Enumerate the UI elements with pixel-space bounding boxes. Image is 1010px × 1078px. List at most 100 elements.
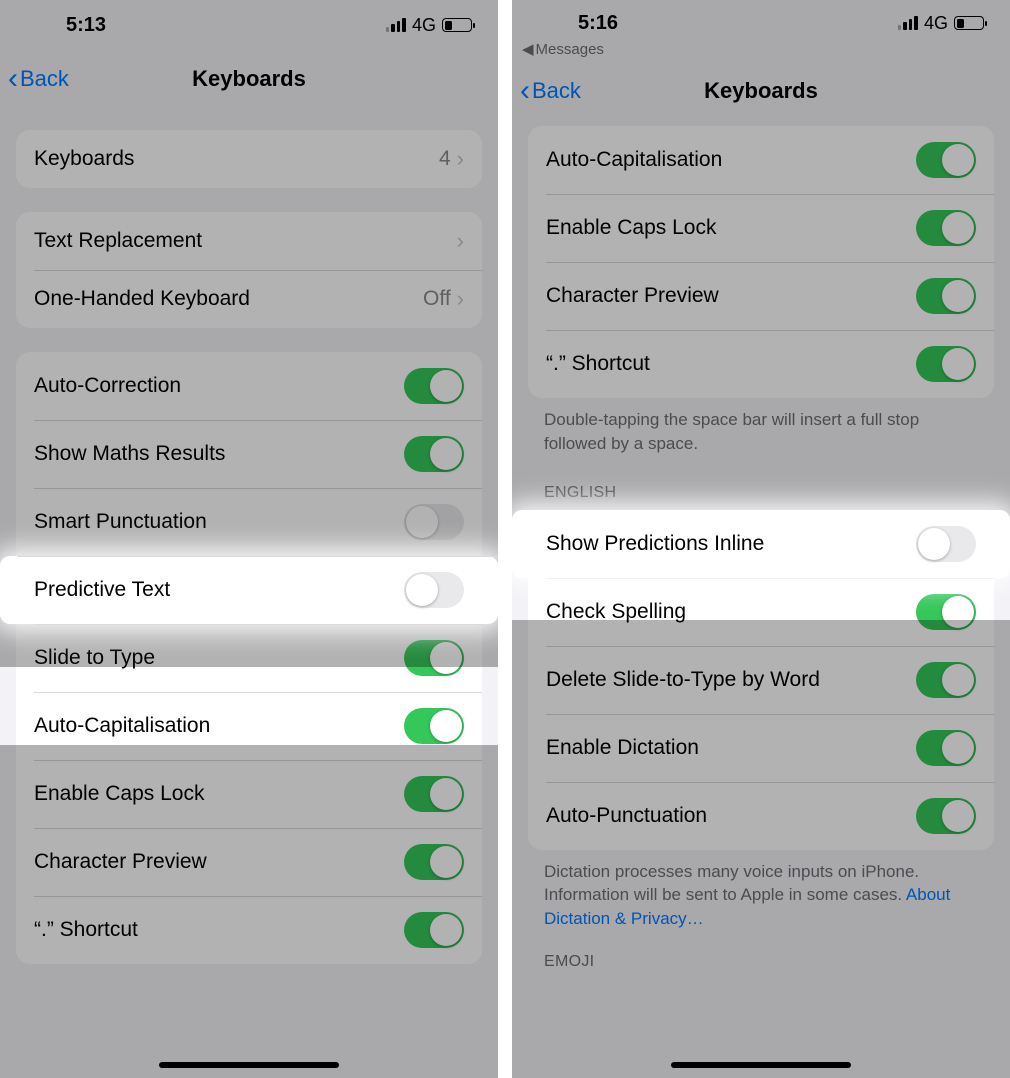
breadcrumb-back-icon: ◀	[522, 40, 534, 58]
text-replacement-row[interactable]: Text Replacement ›	[16, 212, 482, 270]
one-handed-row[interactable]: One-Handed Keyboard Off ›	[16, 270, 482, 328]
caps-lock-toggle[interactable]	[404, 776, 464, 812]
slide-to-type-row[interactable]: Slide to Type	[16, 624, 482, 692]
auto-punctuation-row[interactable]: Auto-Punctuation	[528, 782, 994, 850]
predictions-inline-row[interactable]: Show Predictions Inline	[512, 510, 1010, 578]
dot-shortcut-row[interactable]: “.” Shortcut	[528, 330, 994, 398]
predictive-text-toggle[interactable]	[404, 572, 464, 608]
nav-header: ‹ Back Keyboards	[0, 50, 498, 108]
check-spelling-row[interactable]: Check Spelling	[528, 578, 994, 646]
status-time: 5:16	[538, 12, 658, 35]
nav-header: ‹ Back Keyboards	[512, 62, 1010, 120]
predictions-inline-toggle[interactable]	[916, 526, 976, 562]
page-title: Keyboards	[192, 66, 306, 92]
show-maths-row[interactable]: Show Maths Results	[16, 420, 482, 488]
predictive-text-label: Predictive Text	[34, 578, 404, 602]
predictive-text-row[interactable]: Predictive Text	[0, 556, 498, 624]
dot-shortcut-toggle[interactable]	[916, 346, 976, 382]
char-preview-row[interactable]: Character Preview	[528, 262, 994, 330]
keyboards-label: Keyboards	[34, 147, 439, 171]
chevron-right-icon: ›	[457, 228, 464, 254]
group-typing-top: Auto-Capitalisation Enable Caps Lock Cha…	[528, 126, 994, 398]
smart-punctuation-toggle[interactable]	[404, 504, 464, 540]
network-label: 4G	[924, 13, 948, 34]
auto-cap-label: Auto-Capitalisation	[546, 148, 916, 172]
caps-lock-label: Enable Caps Lock	[546, 216, 916, 240]
dictation-footer: Dictation processes many voice inputs on…	[512, 850, 1010, 931]
dot-shortcut-label: “.” Shortcut	[546, 352, 916, 376]
one-handed-label: One-Handed Keyboard	[34, 287, 423, 311]
home-indicator[interactable]	[671, 1062, 851, 1068]
check-spelling-label: Check Spelling	[546, 600, 916, 624]
text-replacement-label: Text Replacement	[34, 229, 457, 253]
caps-lock-toggle[interactable]	[916, 210, 976, 246]
delete-slide-row[interactable]: Delete Slide-to-Type by Word	[528, 646, 994, 714]
chevron-right-icon: ›	[457, 146, 464, 172]
one-handed-value: Off	[423, 287, 451, 311]
breadcrumb[interactable]: ◀ Messages	[512, 40, 1010, 62]
back-label: Back	[20, 66, 69, 92]
chevron-left-icon: ‹	[8, 64, 18, 94]
predictions-inline-label: Show Predictions Inline	[546, 532, 916, 556]
back-label: Back	[532, 78, 581, 104]
enable-dictation-row[interactable]: Enable Dictation	[528, 714, 994, 782]
delete-slide-toggle[interactable]	[916, 662, 976, 698]
show-maths-toggle[interactable]	[404, 436, 464, 472]
dot-shortcut-row[interactable]: “.” Shortcut	[16, 896, 482, 964]
status-bar: 5:13 4G	[0, 0, 498, 50]
page-title: Keyboards	[704, 78, 818, 104]
smart-punctuation-label: Smart Punctuation	[34, 510, 404, 534]
back-button[interactable]: ‹ Back	[8, 50, 69, 108]
char-preview-toggle[interactable]	[916, 278, 976, 314]
enable-dictation-label: Enable Dictation	[546, 736, 916, 760]
network-label: 4G	[412, 15, 436, 36]
group-text-options: Text Replacement › One-Handed Keyboard O…	[16, 212, 482, 328]
char-preview-toggle[interactable]	[404, 844, 464, 880]
char-preview-row[interactable]: Character Preview	[16, 828, 482, 896]
enable-dictation-toggle[interactable]	[916, 730, 976, 766]
slide-to-type-toggle[interactable]	[404, 640, 464, 676]
slide-to-type-label: Slide to Type	[34, 646, 404, 670]
auto-cap-row[interactable]: Auto-Capitalisation	[16, 692, 482, 760]
check-spelling-toggle[interactable]	[916, 594, 976, 630]
keyboards-row[interactable]: Keyboards 4 ›	[16, 130, 482, 188]
chevron-left-icon: ‹	[520, 76, 530, 106]
group-keyboards: Keyboards 4 ›	[16, 130, 482, 188]
show-maths-label: Show Maths Results	[34, 442, 404, 466]
home-indicator[interactable]	[159, 1062, 339, 1068]
char-preview-label: Character Preview	[546, 284, 916, 308]
auto-cap-toggle[interactable]	[404, 708, 464, 744]
dot-shortcut-footer: Double-tapping the space bar will insert…	[512, 398, 1010, 456]
auto-cap-toggle[interactable]	[916, 142, 976, 178]
dot-shortcut-toggle[interactable]	[404, 912, 464, 948]
caps-lock-label: Enable Caps Lock	[34, 782, 404, 806]
status-time: 5:13	[26, 14, 146, 37]
emoji-section-header: EMOJI	[512, 931, 1010, 979]
status-right: 4G	[898, 13, 984, 34]
caps-lock-row[interactable]: Enable Caps Lock	[16, 760, 482, 828]
auto-correction-row[interactable]: Auto-Correction	[16, 352, 482, 420]
auto-correction-toggle[interactable]	[404, 368, 464, 404]
smart-punctuation-row[interactable]: Smart Punctuation	[16, 488, 482, 556]
back-button[interactable]: ‹ Back	[520, 62, 581, 120]
english-section-header: ENGLISH	[512, 456, 1010, 510]
auto-cap-row[interactable]: Auto-Capitalisation	[528, 126, 994, 194]
delete-slide-label: Delete Slide-to-Type by Word	[546, 668, 916, 692]
status-right: 4G	[386, 15, 472, 36]
auto-cap-label: Auto-Capitalisation	[34, 714, 404, 738]
battery-icon	[954, 16, 984, 30]
auto-punctuation-toggle[interactable]	[916, 798, 976, 834]
chevron-right-icon: ›	[457, 286, 464, 312]
keyboards-count: 4	[439, 147, 451, 171]
right-screenshot: 5:16 4G ◀ Messages ‹ Back Keyboards Auto…	[512, 0, 1010, 1078]
signal-icon	[386, 18, 406, 32]
left-screenshot: 5:13 4G ‹ Back Keyboards Keyboards 4 › T…	[0, 0, 498, 1078]
auto-punctuation-label: Auto-Punctuation	[546, 804, 916, 828]
caps-lock-row[interactable]: Enable Caps Lock	[528, 194, 994, 262]
group-typing-settings: Auto-Correction Show Maths Results Smart…	[16, 352, 482, 964]
dictation-footer-text: Dictation processes many voice inputs on…	[544, 862, 919, 905]
signal-icon	[898, 16, 918, 30]
battery-icon	[442, 18, 472, 32]
char-preview-label: Character Preview	[34, 850, 404, 874]
dot-shortcut-label: “.” Shortcut	[34, 918, 404, 942]
